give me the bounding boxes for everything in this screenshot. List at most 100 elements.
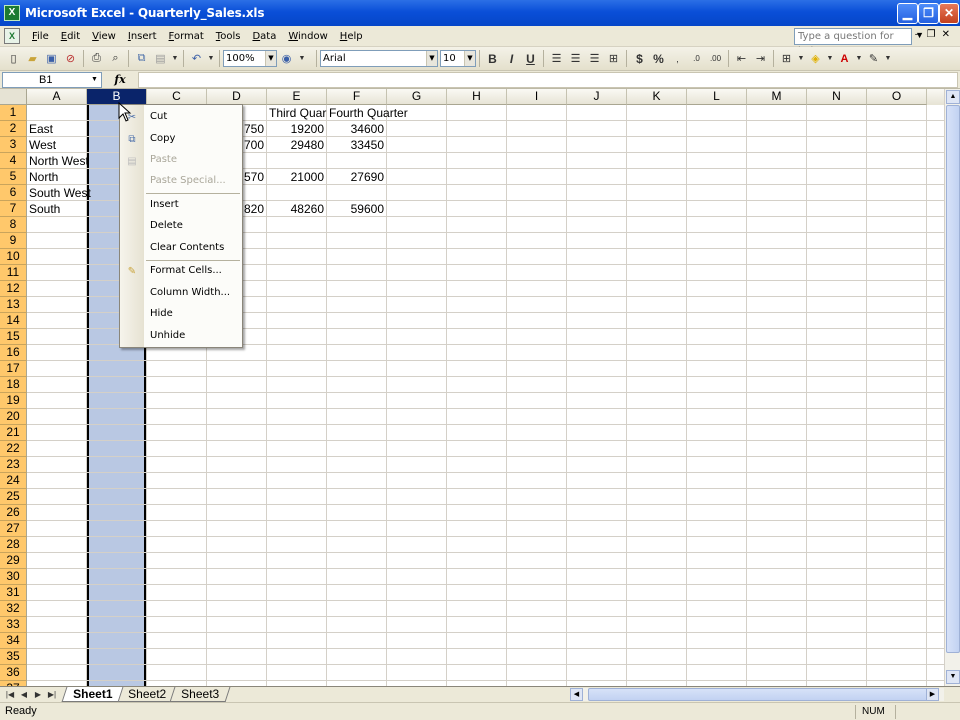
row-header-30[interactable]: 30 xyxy=(0,569,27,585)
print-icon[interactable]: ⎙ xyxy=(88,50,105,67)
column-header-i[interactable]: I xyxy=(507,89,567,105)
cell-a5[interactable]: North xyxy=(29,169,58,185)
permission-icon[interactable]: ⊘ xyxy=(62,50,79,67)
row-header-29[interactable]: 29 xyxy=(0,553,27,569)
column-header-d[interactable]: D xyxy=(207,89,267,105)
row-header-36[interactable]: 36 xyxy=(0,665,27,681)
scroll-down-icon[interactable]: ▼ xyxy=(946,670,960,684)
currency-button[interactable]: $ xyxy=(631,50,648,67)
workbook-icon[interactable]: X xyxy=(4,28,20,44)
font-name-select[interactable]: Arial ▼ xyxy=(320,50,438,67)
maximize-button[interactable]: ❐ xyxy=(918,3,939,24)
column-header-e[interactable]: E xyxy=(267,89,327,105)
menu-insert[interactable]: Insert xyxy=(122,31,163,42)
row-header-31[interactable]: 31 xyxy=(0,585,27,601)
row-header-20[interactable]: 20 xyxy=(0,409,27,425)
context-column-width[interactable]: Column Width... xyxy=(150,285,230,301)
row-header-9[interactable]: 9 xyxy=(0,233,27,249)
font-name-dropdown-icon[interactable]: ▼ xyxy=(426,51,437,66)
print-preview-icon[interactable]: ⌕ xyxy=(107,50,124,67)
cell-a2[interactable]: East xyxy=(29,121,53,137)
row-header-6[interactable]: 6 xyxy=(0,185,27,201)
sheet-tab-sheet2[interactable]: Sheet2 xyxy=(116,687,178,702)
scroll-right-icon[interactable]: ▶ xyxy=(926,688,939,701)
close-button[interactable]: ✕ xyxy=(939,3,959,24)
zoom-dropdown-icon[interactable]: ▼ xyxy=(265,51,276,66)
cell-a3[interactable]: West xyxy=(29,137,56,153)
insert-function-icon[interactable]: fx xyxy=(102,73,138,86)
row-header-10[interactable]: 10 xyxy=(0,249,27,265)
row-header-32[interactable]: 32 xyxy=(0,601,27,617)
ask-question-input[interactable]: Type a question for help xyxy=(794,28,912,57)
menu-tools[interactable]: Tools xyxy=(210,31,247,42)
align-left-icon[interactable]: ☰ xyxy=(548,50,565,67)
context-unhide[interactable]: Unhide xyxy=(150,328,185,344)
row-header-19[interactable]: 19 xyxy=(0,393,27,409)
cell-a4[interactable]: North West xyxy=(29,153,89,169)
vertical-scrollbar[interactable]: ▲ ▼ xyxy=(944,89,960,686)
row-header-27[interactable]: 27 xyxy=(0,521,27,537)
toolbar-overflow-icon[interactable]: ▼ xyxy=(884,50,892,67)
context-clear-contents[interactable]: Clear Contents xyxy=(150,240,224,256)
row-header-3[interactable]: 3 xyxy=(0,137,27,153)
row-header-34[interactable]: 34 xyxy=(0,633,27,649)
column-header-m[interactable]: M xyxy=(747,89,807,105)
last-sheet-icon[interactable]: ▶| xyxy=(46,689,58,701)
save-icon[interactable]: ▣ xyxy=(43,50,60,67)
cell-e5[interactable]: 21000 xyxy=(267,169,324,185)
undo-dropdown-icon[interactable]: ▼ xyxy=(207,50,215,67)
row-header-1[interactable]: 1 xyxy=(0,105,27,121)
column-header-j[interactable]: J xyxy=(567,89,627,105)
context-copy[interactable]: Copy xyxy=(150,131,175,147)
column-header-g[interactable]: G xyxy=(387,89,447,105)
bold-button[interactable]: B xyxy=(484,50,501,67)
cell-e7[interactable]: 48260 xyxy=(267,201,324,217)
column-header-n[interactable]: N xyxy=(807,89,867,105)
fill-color-icon[interactable]: ◈ xyxy=(807,50,824,67)
select-all-corner[interactable] xyxy=(0,89,27,105)
copy-icon[interactable]: ⧉ xyxy=(133,50,150,67)
scroll-left-icon[interactable]: ◀ xyxy=(570,688,583,701)
cell-f3[interactable]: 33450 xyxy=(327,137,384,153)
menu-edit[interactable]: Edit xyxy=(55,31,86,42)
row-header-28[interactable]: 28 xyxy=(0,537,27,553)
borders-icon[interactable]: ⊞ xyxy=(778,50,795,67)
first-sheet-icon[interactable]: |◀ xyxy=(4,689,16,701)
menu-file[interactable]: File xyxy=(26,31,55,42)
menu-help[interactable]: Help xyxy=(334,31,369,42)
decrease-decimal-icon[interactable]: .00 xyxy=(707,50,724,67)
column-header-o[interactable]: O xyxy=(867,89,927,105)
formula-input[interactable] xyxy=(138,71,958,88)
row-header-13[interactable]: 13 xyxy=(0,297,27,313)
column-header-k[interactable]: K xyxy=(627,89,687,105)
cell-e2[interactable]: 19200 xyxy=(267,121,324,137)
research-icon[interactable]: ✎ xyxy=(865,50,882,67)
new-icon[interactable]: ▯ xyxy=(5,50,22,67)
context-format-cells[interactable]: Format Cells... xyxy=(150,263,222,279)
font-size-dropdown-icon[interactable]: ▼ xyxy=(464,51,475,66)
row-header-7[interactable]: 7 xyxy=(0,201,27,217)
row-header-23[interactable]: 23 xyxy=(0,457,27,473)
menu-window[interactable]: Window xyxy=(282,31,333,42)
row-header-12[interactable]: 12 xyxy=(0,281,27,297)
column-header-h[interactable]: H xyxy=(447,89,507,105)
paste-dropdown-icon[interactable]: ▼ xyxy=(171,50,179,67)
zoom-select[interactable]: 100% ▼ xyxy=(223,50,277,67)
help-icon[interactable]: ◉ xyxy=(278,50,295,67)
column-header-b[interactable]: B xyxy=(87,89,147,105)
borders-dropdown-icon[interactable]: ▼ xyxy=(797,50,805,67)
row-header-26[interactable]: 26 xyxy=(0,505,27,521)
row-header-4[interactable]: 4 xyxy=(0,153,27,169)
italic-button[interactable]: I xyxy=(503,50,520,67)
underline-button[interactable]: U xyxy=(522,50,539,67)
scroll-up-icon[interactable]: ▲ xyxy=(946,90,960,104)
context-cut[interactable]: Cut xyxy=(150,109,167,125)
decrease-indent-icon[interactable]: ⇤ xyxy=(733,50,750,67)
merge-center-icon[interactable]: ⊞ xyxy=(605,50,622,67)
context-insert[interactable]: Insert xyxy=(150,197,179,213)
menu-data[interactable]: Data xyxy=(246,31,282,42)
name-box[interactable]: B1 ▼ xyxy=(2,71,102,88)
fill-color-dropdown-icon[interactable]: ▼ xyxy=(826,50,834,67)
increase-indent-icon[interactable]: ⇥ xyxy=(752,50,769,67)
align-center-icon[interactable]: ☰ xyxy=(567,50,584,67)
